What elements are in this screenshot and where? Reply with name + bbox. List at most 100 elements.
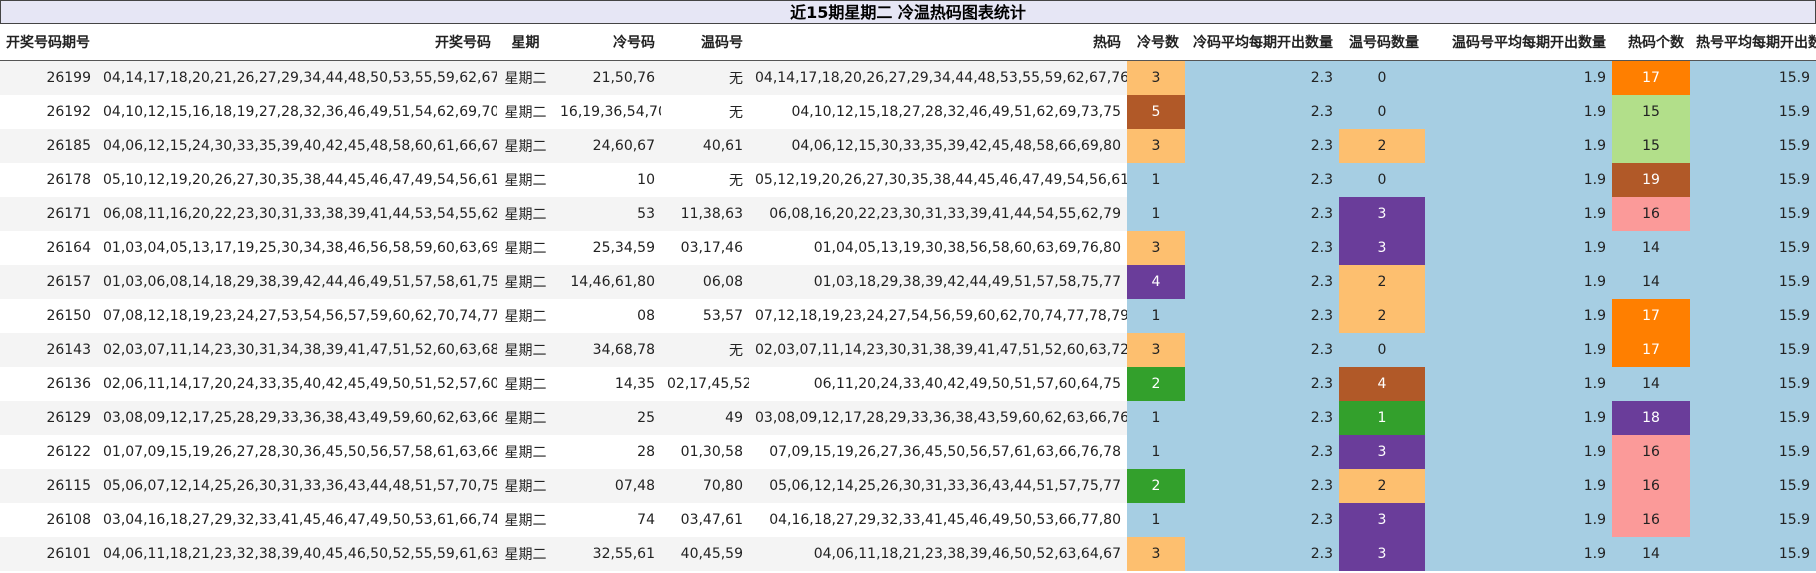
numbers-cell: 04,06,12,15,24,30,33,35,39,40,42,45,48,5… xyxy=(103,137,497,154)
table-title: 近15期星期二 冷温热码图表统计 xyxy=(0,0,1816,24)
header-numbers: 开奖号码 xyxy=(97,24,497,61)
hot-count-cell: 17 xyxy=(1612,332,1690,367)
period-cell: 26122 xyxy=(46,443,91,460)
weekday-cell: 星期二 xyxy=(504,308,547,325)
numbers-cell: 05,06,07,12,14,25,26,30,31,33,36,43,44,4… xyxy=(103,477,497,494)
hot-numbers-cell: 05,12,19,20,26,27,30,35,38,44,45,46,47,4… xyxy=(755,171,1127,188)
cold-avg-cell: 2.3 xyxy=(1185,502,1339,537)
hot-numbers-cell: 04,14,17,18,20,26,27,29,34,44,48,53,55,5… xyxy=(755,69,1127,86)
warm-count-cell: 1 xyxy=(1339,400,1425,435)
period-cell: 26136 xyxy=(46,375,91,392)
table-row: 26115 05,06,07,12,14,25,26,30,31,33,36,43… xyxy=(0,468,1816,503)
cold-numbers-cell: 16,19,36,54,70 xyxy=(560,103,661,120)
cold-numbers-cell: 74 xyxy=(637,511,655,528)
hot-avg-cell: 15.9 xyxy=(1690,94,1816,129)
cold-numbers-cell: 10 xyxy=(637,171,655,188)
cold-avg-cell: 2.3 xyxy=(1185,434,1339,469)
warm-count-cell: 2 xyxy=(1339,128,1425,163)
table-row: 26185 04,06,12,15,24,30,33,35,39,40,42,45… xyxy=(0,128,1816,163)
table-row: 26164 01,03,04,05,13,17,19,25,30,34,38,46… xyxy=(0,230,1816,265)
numbers-cell: 03,04,16,18,27,29,32,33,41,45,46,47,49,5… xyxy=(103,511,497,528)
warm-count-cell: 3 xyxy=(1339,230,1425,265)
warm-numbers-cell: 无 xyxy=(729,342,743,359)
weekday-cell: 星期二 xyxy=(504,138,547,155)
warm-avg-cell: 1.9 xyxy=(1425,298,1612,333)
warm-numbers-cell: 01,30,58 xyxy=(680,443,743,460)
weekday-cell: 星期二 xyxy=(504,104,547,121)
period-cell: 26192 xyxy=(46,103,91,120)
table-row: 26171 06,08,11,16,20,22,23,30,31,33,38,39… xyxy=(0,196,1816,231)
warm-count-cell: 0 xyxy=(1339,332,1425,367)
warm-avg-cell: 1.9 xyxy=(1425,434,1612,469)
header-warm: 温码号 xyxy=(661,24,749,61)
warm-numbers-cell: 03,17,46 xyxy=(680,239,743,256)
cold-count-cell: 3 xyxy=(1127,536,1185,571)
weekday-cell: 星期二 xyxy=(504,444,547,461)
hot-count-cell: 14 xyxy=(1612,536,1690,571)
hot-count-cell: 19 xyxy=(1612,162,1690,197)
warm-avg-cell: 1.9 xyxy=(1425,468,1612,503)
table-row: 26122 01,07,09,15,19,26,27,28,30,36,45,50… xyxy=(0,434,1816,469)
hot-numbers-cell: 07,12,18,19,23,24,27,54,56,59,60,62,70,7… xyxy=(755,307,1127,324)
table-row: 26150 07,08,12,18,19,23,24,27,53,54,56,57… xyxy=(0,298,1816,333)
period-cell: 26199 xyxy=(46,69,91,86)
cold-count-cell: 1 xyxy=(1127,502,1185,537)
warm-count-cell: 3 xyxy=(1339,196,1425,231)
weekday-cell: 星期二 xyxy=(504,376,547,393)
header-weekday: 星期 xyxy=(497,24,554,61)
cold-count-cell: 1 xyxy=(1127,400,1185,435)
numbers-cell: 07,08,12,18,19,23,24,27,53,54,56,57,59,6… xyxy=(103,307,497,324)
cold-avg-cell: 2.3 xyxy=(1185,230,1339,265)
table-row: 26199 04,14,17,18,20,21,26,27,29,34,44,48… xyxy=(0,60,1816,95)
table-row: 26136 02,06,11,14,17,20,24,33,35,40,42,45… xyxy=(0,366,1816,401)
table-row: 26178 05,10,12,19,20,26,27,30,35,38,44,45… xyxy=(0,162,1816,197)
cold-avg-cell: 2.3 xyxy=(1185,400,1339,435)
warm-avg-cell: 1.9 xyxy=(1425,230,1612,265)
cold-count-cell: 3 xyxy=(1127,60,1185,95)
cold-count-cell: 2 xyxy=(1127,366,1185,401)
cold-numbers-cell: 28 xyxy=(637,443,655,460)
numbers-cell: 02,03,07,11,14,23,30,31,34,38,39,41,47,5… xyxy=(103,341,497,358)
header-hot-count: 热码个数 xyxy=(1612,24,1690,61)
warm-numbers-cell: 40,45,59 xyxy=(680,545,743,562)
cold-count-cell: 1 xyxy=(1127,434,1185,469)
hot-numbers-cell: 06,08,16,20,22,23,30,31,33,39,41,44,54,5… xyxy=(769,205,1121,222)
hot-count-cell: 15 xyxy=(1612,128,1690,163)
header-hot: 热码 xyxy=(749,24,1127,61)
weekday-cell: 星期二 xyxy=(504,512,547,529)
hot-avg-cell: 15.9 xyxy=(1690,468,1816,503)
hot-count-cell: 14 xyxy=(1612,230,1690,265)
hot-numbers-cell: 04,06,12,15,30,33,35,39,42,45,48,58,66,6… xyxy=(791,137,1121,154)
warm-numbers-cell: 无 xyxy=(729,70,743,87)
header-warm-avg: 温码号平均每期开出数量 xyxy=(1425,24,1612,61)
warm-numbers-cell: 11,38,63 xyxy=(680,205,743,222)
period-cell: 26150 xyxy=(46,307,91,324)
warm-avg-cell: 1.9 xyxy=(1425,60,1612,95)
warm-numbers-cell: 无 xyxy=(729,104,743,121)
cold-avg-cell: 2.3 xyxy=(1185,196,1339,231)
warm-numbers-cell: 49 xyxy=(725,409,743,426)
period-cell: 26171 xyxy=(46,205,91,222)
weekday-cell: 星期二 xyxy=(504,410,547,427)
numbers-cell: 01,03,06,08,14,18,29,38,39,42,44,46,49,5… xyxy=(103,273,497,290)
cold-numbers-cell: 21,50,76 xyxy=(592,69,655,86)
cold-avg-cell: 2.3 xyxy=(1185,332,1339,367)
weekday-cell: 星期二 xyxy=(504,478,547,495)
numbers-cell: 04,14,17,18,20,21,26,27,29,34,44,48,50,5… xyxy=(103,69,497,86)
hot-count-cell: 14 xyxy=(1612,264,1690,299)
warm-avg-cell: 1.9 xyxy=(1425,264,1612,299)
cold-avg-cell: 2.3 xyxy=(1185,264,1339,299)
warm-avg-cell: 1.9 xyxy=(1425,128,1612,163)
period-cell: 26101 xyxy=(46,545,91,562)
period-cell: 26143 xyxy=(46,341,91,358)
warm-numbers-cell: 06,08 xyxy=(702,273,743,290)
table-row: 26129 03,08,09,12,17,25,28,29,33,36,38,43… xyxy=(0,400,1816,435)
table-row: 26192 04,10,12,15,16,18,19,27,28,32,36,46… xyxy=(0,94,1816,129)
cold-numbers-cell: 08 xyxy=(637,307,655,324)
weekday-cell: 星期二 xyxy=(504,240,547,257)
warm-numbers-cell: 53,57 xyxy=(702,307,743,324)
numbers-cell: 04,06,11,18,21,23,32,38,39,40,45,46,50,5… xyxy=(103,545,497,562)
cold-avg-cell: 2.3 xyxy=(1185,60,1339,95)
hot-count-cell: 16 xyxy=(1612,468,1690,503)
warm-numbers-cell: 03,47,61 xyxy=(680,511,743,528)
